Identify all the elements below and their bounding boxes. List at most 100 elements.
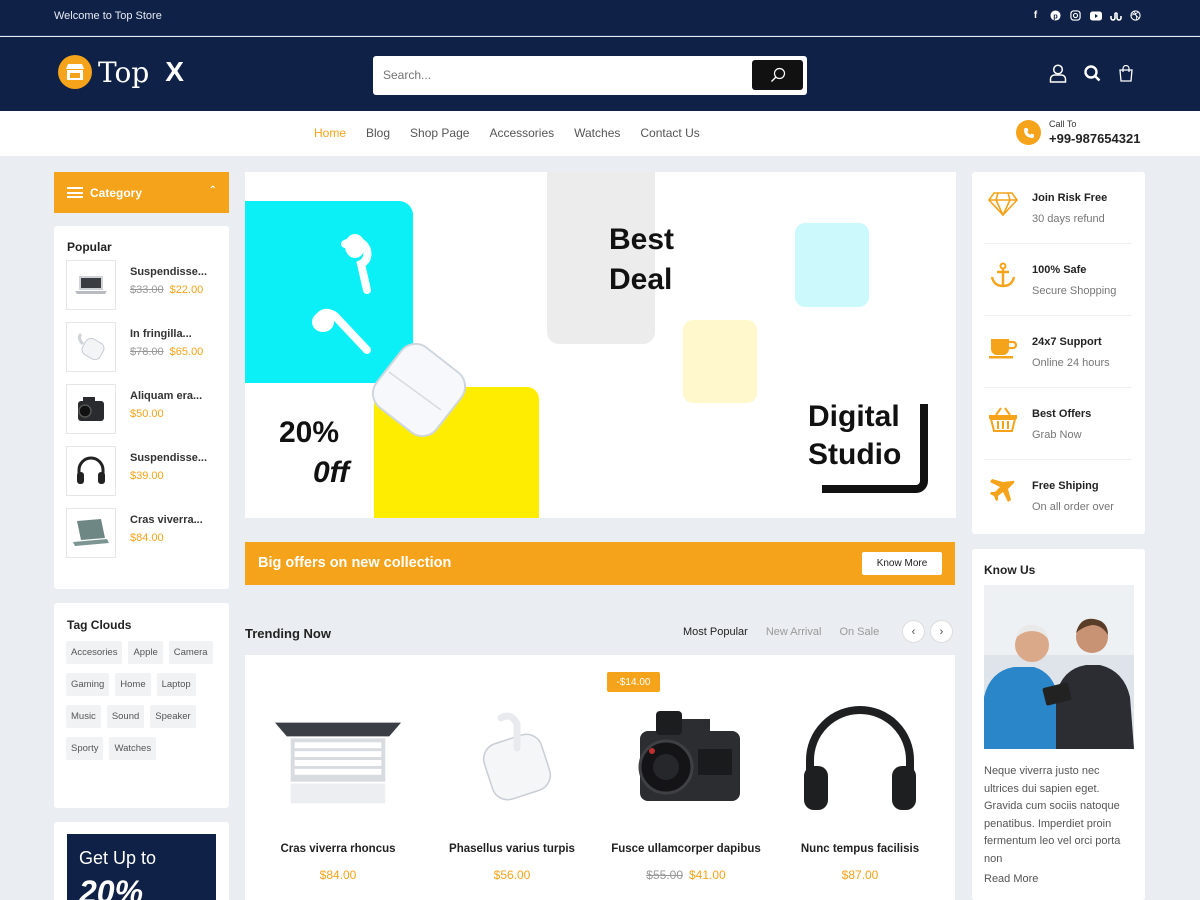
product-name: Aliquam era...: [130, 390, 203, 402]
product-name: Fusce ullamcorper dapibus: [611, 843, 761, 855]
know-us-widget: Know Us Neque viverra justo nec ultrices…: [972, 549, 1145, 900]
nav-item-shop-page[interactable]: Shop Page: [410, 126, 469, 140]
welcome-text: Welcome to Top Store: [54, 10, 162, 22]
main-header: Top X: [0, 37, 1200, 111]
product-name: Phasellus varius turpis: [449, 843, 575, 855]
feature-item: Best Offers Grab Now: [984, 388, 1132, 460]
chevron-left-icon: ‹: [911, 625, 916, 638]
discount-off: 0ff: [313, 456, 350, 489]
tag-camera[interactable]: Camera: [168, 641, 213, 664]
logo[interactable]: Top X: [58, 55, 184, 89]
tag-sound[interactable]: Sound: [106, 705, 145, 728]
search-input[interactable]: [383, 65, 743, 85]
cart-icon[interactable]: [1118, 64, 1134, 87]
tag-laptop[interactable]: Laptop: [156, 673, 196, 696]
nav-item-blog[interactable]: Blog: [366, 126, 390, 140]
next-button[interactable]: ›: [930, 620, 953, 643]
tag-speaker[interactable]: Speaker: [150, 705, 196, 728]
category-label: Category: [90, 186, 143, 200]
list-item[interactable]: In fringilla... $78.00 $65.00: [66, 322, 216, 374]
list-item[interactable]: Aliquam era... $50.00: [66, 384, 216, 436]
feature-subtitle: Grab Now: [1032, 429, 1082, 441]
product-price: $84.00: [319, 868, 357, 882]
product-thumbnail: [66, 446, 116, 496]
main-nav: Home Blog Shop Page Accessories Watches …: [0, 111, 1200, 156]
feature-title: Join Risk Free: [1032, 192, 1108, 204]
know-us-text: Neque viverra justo nec ultrices dui sap…: [984, 765, 1121, 865]
youtube-icon[interactable]: [1089, 9, 1102, 22]
product-price: $87.00: [841, 868, 879, 882]
promo-banner[interactable]: Get Up to 20%: [67, 834, 216, 900]
tag-music[interactable]: Music: [66, 705, 101, 728]
know-us-title: Know Us: [984, 563, 1036, 577]
digital-studio-text: Digital Studio: [808, 400, 902, 471]
list-item[interactable]: Cras viverra... $84.00: [66, 508, 216, 560]
instagram-icon[interactable]: [1069, 9, 1082, 22]
feature-title: 100% Safe: [1032, 264, 1087, 276]
phone-icon: [1016, 120, 1041, 145]
tag-accesories[interactable]: Accesories: [66, 641, 123, 664]
category-toggle[interactable]: Category ⌃: [54, 172, 229, 213]
tag-watches[interactable]: Watches: [109, 737, 157, 760]
trending-tabs: Most Popular New Arrival On Sale: [683, 626, 879, 638]
call-label: Call To: [1049, 119, 1077, 129]
list-item[interactable]: Suspendisse... $33.00 $22.00: [66, 260, 216, 312]
prev-button[interactable]: ‹: [902, 620, 925, 643]
search-icon: [770, 67, 785, 82]
tab-on-sale[interactable]: On Sale: [839, 626, 879, 638]
know-us-photo: [984, 585, 1134, 749]
call-number[interactable]: +99-987654321: [1049, 131, 1140, 146]
product-price: $39.00: [130, 470, 164, 482]
product-price: $56.00: [493, 868, 531, 882]
feature-subtitle: Secure Shopping: [1032, 285, 1117, 297]
product-thumbnail: [66, 384, 116, 434]
product-image: [795, 705, 925, 815]
list-item[interactable]: Suspendisse... $39.00: [66, 446, 216, 498]
tab-new-arrival[interactable]: New Arrival: [766, 626, 822, 638]
facebook-icon[interactable]: f: [1029, 9, 1042, 22]
call-text: Call To +99-987654321: [1049, 119, 1140, 146]
product-image: [621, 705, 751, 815]
product-image: [447, 705, 577, 815]
trending-title: Trending Now: [245, 626, 331, 641]
dribbble-icon[interactable]: [1129, 9, 1142, 22]
know-more-button[interactable]: Know More: [862, 552, 942, 575]
hero-banner[interactable]: Best Deal 20% 0ff Digital Studio: [245, 172, 956, 518]
user-icon[interactable]: [1049, 64, 1067, 88]
nav-item-contact-us[interactable]: Contact Us: [640, 126, 699, 140]
product-name: Nunc tempus facilisis: [800, 843, 920, 855]
tag-home[interactable]: Home: [115, 673, 151, 696]
nav-item-home[interactable]: Home: [314, 126, 346, 140]
stumbleupon-icon[interactable]: [1109, 9, 1122, 22]
call-info: Call To +99-987654321: [1016, 119, 1140, 146]
feature-title: Best Offers: [1032, 408, 1092, 420]
tag-apple[interactable]: Apple: [128, 641, 163, 664]
basket-icon: [989, 407, 1017, 432]
offer-banner: Big offers on new collection Know More: [245, 542, 955, 585]
tag-gaming[interactable]: Gaming: [66, 673, 110, 696]
pinterest-icon[interactable]: p: [1049, 9, 1062, 22]
product-price: $78.00 $65.00: [130, 346, 204, 358]
feature-subtitle: On all order over: [1032, 501, 1114, 513]
svg-text:p: p: [1053, 11, 1058, 20]
sale-badge: -$14.00: [607, 672, 660, 692]
tab-most-popular[interactable]: Most Popular: [683, 626, 748, 638]
search-toggle-icon[interactable]: [1084, 65, 1101, 87]
nav-item-watches[interactable]: Watches: [574, 126, 620, 140]
product-thumbnail: [66, 508, 116, 558]
anchor-icon: [990, 262, 1016, 288]
nav-item-accessories[interactable]: Accessories: [489, 126, 554, 140]
product-price: $84.00: [130, 532, 164, 544]
feature-subtitle: Online 24 hours: [1032, 357, 1110, 369]
tag-list: Accesories Apple Camera Gaming Home Lapt…: [66, 641, 216, 760]
product-price: $33.00 $22.00: [130, 284, 204, 296]
tag-sporty[interactable]: Sporty: [66, 737, 104, 760]
store-icon: [58, 55, 92, 89]
product-name: Suspendisse...: [130, 266, 208, 278]
search-bar: [373, 56, 807, 95]
read-more-link[interactable]: Read More: [984, 873, 1038, 885]
search-button[interactable]: [752, 60, 803, 90]
feature-title: 24x7 Support: [1032, 336, 1102, 348]
logo-text: Top: [98, 55, 150, 89]
product-name: In fringilla...: [130, 328, 192, 340]
